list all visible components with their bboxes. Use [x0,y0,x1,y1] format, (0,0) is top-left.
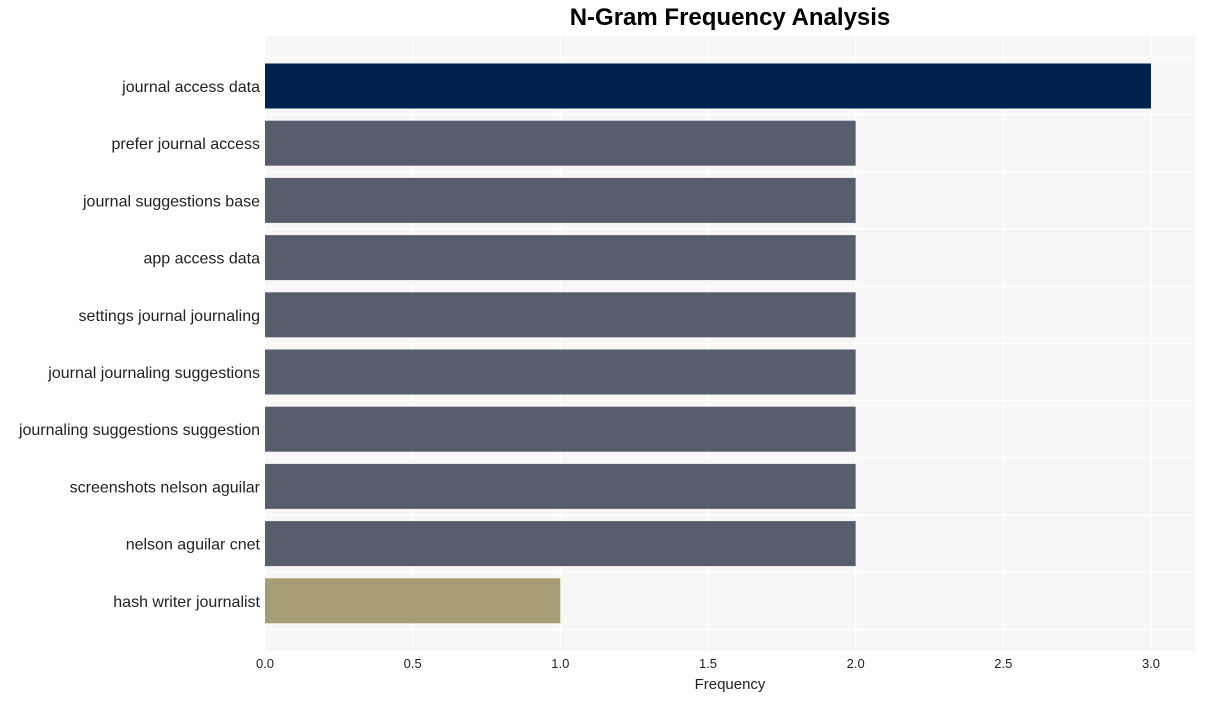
y-axis-labels: journal access data prefer journal access… [18,79,261,611]
bar-chart: journal access data prefer journal access… [18,36,1195,693]
y-tick-label: journal suggestions base [82,193,260,210]
bar [265,292,856,338]
y-tick-label: nelson aguilar cnet [126,537,261,554]
x-tick-label: 3.0 [1142,656,1160,671]
y-tick-label: settings journal journaling [79,308,260,325]
y-tick-label: journal journaling suggestions [47,365,260,382]
y-tick-label: journaling suggestions suggestion [18,422,260,439]
x-axis-label: Frequency [695,676,766,693]
bar [265,63,1151,109]
bar [265,406,856,452]
x-tick-label: 1.5 [699,656,717,671]
x-tick-label: 0.5 [404,656,422,671]
x-tick-label: 2.5 [994,656,1012,671]
bar [265,177,856,223]
y-tick-label: prefer journal access [111,136,260,153]
y-tick-label: hash writer journalist [113,594,260,611]
bar [265,521,856,567]
y-tick-label: screenshots nelson aguilar [70,479,261,496]
bar [265,120,856,166]
x-axis-ticks: 0.0 0.5 1.0 1.5 2.0 2.5 3.0 [256,656,1160,671]
y-tick-label: app access data [143,251,260,268]
bar [265,463,856,509]
x-tick-label: 0.0 [256,656,274,671]
x-tick-label: 1.0 [551,656,569,671]
bar [265,235,856,281]
y-tick-label: journal access data [121,79,260,96]
bar [265,578,561,624]
x-tick-label: 2.0 [847,656,865,671]
bar [265,349,856,395]
